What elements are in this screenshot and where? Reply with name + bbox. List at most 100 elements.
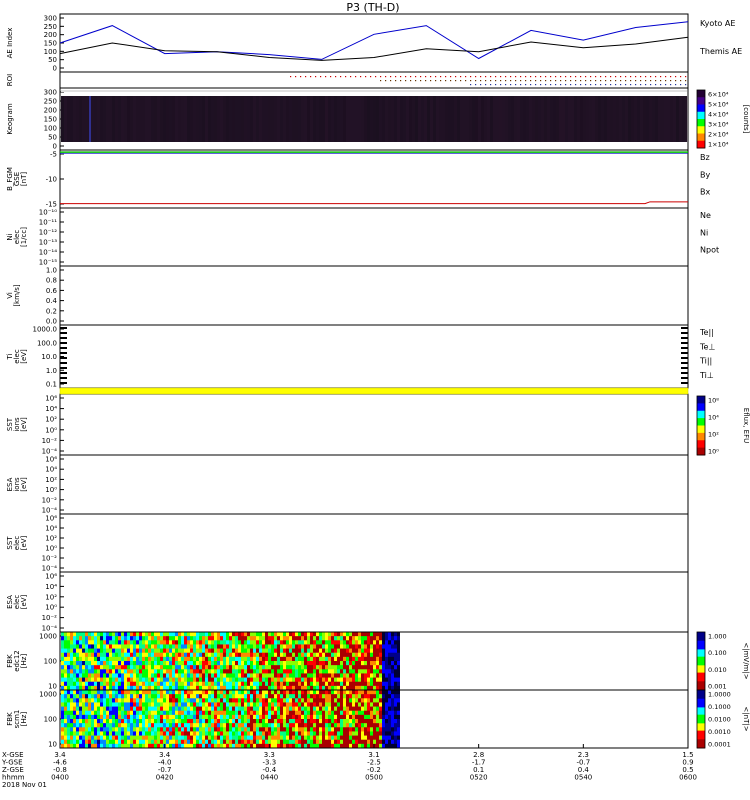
fbk2-cell (61, 694, 64, 699)
roi-dot (440, 76, 442, 78)
fbk2-cell (244, 706, 247, 712)
fbk2-cell (298, 690, 301, 695)
fbk1-cell (310, 640, 313, 645)
fbk1-cell (376, 665, 379, 670)
fbk2-cell (331, 735, 334, 741)
roi-dot (680, 84, 682, 86)
fbk2-cell (361, 706, 364, 712)
fbk1-cell (214, 636, 217, 641)
ae-frame (59, 13, 689, 73)
fbk2-cell (172, 690, 175, 695)
fbk1-cell (199, 640, 202, 645)
fbk1-cell (64, 656, 67, 662)
fbk1-cell (286, 665, 289, 670)
fbk1-cell (103, 677, 106, 683)
fbk2-cell (70, 731, 73, 737)
fbk2-cell (94, 727, 97, 732)
colorbar-tick: 0.0100 (708, 716, 731, 724)
fbk1-cell (214, 640, 217, 645)
fbk2-cell (346, 714, 349, 720)
fbk1-cell (277, 669, 280, 674)
fbk2-cell (262, 690, 265, 695)
fbk2-cell (91, 727, 94, 732)
fbk1-cell (256, 632, 259, 637)
fbk1-cell (226, 636, 229, 641)
fbk1-cell (217, 652, 220, 658)
fbk1-cell (316, 661, 319, 666)
fbk2-cell (76, 710, 79, 716)
fbk1-cell (325, 665, 328, 670)
fbk1-cell (109, 677, 112, 683)
fbk1-cell (331, 681, 334, 687)
fbk1-cell (97, 677, 100, 683)
fbk1-cell (349, 665, 352, 670)
fbk2-cell (265, 739, 268, 745)
fbk1-cell (193, 656, 196, 662)
fbk2-cell (244, 735, 247, 741)
fbk1-cell (103, 669, 106, 674)
fbk2-cell (145, 731, 148, 737)
fbk2-cell (280, 710, 283, 716)
fbk2-cell (358, 727, 361, 732)
fbk1-cell (280, 681, 283, 687)
fbk2-cell (121, 739, 124, 745)
fbk1-cell (172, 640, 175, 645)
roi-dot (600, 76, 602, 78)
fbk2-cell (343, 694, 346, 699)
fbk1-cell (358, 665, 361, 670)
fbk2-cell (133, 723, 136, 728)
fbk1-cell (316, 636, 319, 641)
fbk1-cell (268, 677, 271, 683)
fbk2-cell (112, 714, 115, 720)
fbk1-cell (169, 640, 172, 645)
fbk1-cell (325, 640, 328, 645)
fbk2-cell (115, 702, 118, 708)
fbk1-cell (343, 648, 346, 654)
fbk1-cell (103, 661, 106, 666)
fbk2-cell (238, 706, 241, 712)
fbk1-cell (292, 665, 295, 670)
fbk1-cell (283, 661, 286, 666)
fbk1-cell (106, 677, 109, 683)
fbk2-cell (379, 694, 382, 699)
fbk1-cell (340, 636, 343, 641)
fbk1-cell (160, 636, 163, 641)
fbk2-cell (292, 710, 295, 716)
fbk1-cell (349, 673, 352, 679)
fbk2-cell (367, 706, 370, 712)
fbk1-cell (343, 677, 346, 683)
fbk1-cell (349, 644, 352, 650)
fbk2-cell (166, 698, 169, 703)
fbk1-cell (118, 648, 121, 654)
colorbar-tick: 2×10⁴ (708, 131, 729, 139)
fbk1-cell (121, 669, 124, 674)
fbk1-cell (76, 656, 79, 662)
fbk1-cell (352, 661, 355, 666)
fbk1-cell (94, 677, 97, 683)
fbk1-cell (397, 652, 400, 658)
roi-dot (450, 80, 452, 82)
fbk1-cell (295, 636, 298, 641)
fbk2-cell (118, 706, 121, 712)
fbk2-cell (217, 698, 220, 703)
fbk1-cell (325, 669, 328, 674)
fbk2-cell (91, 714, 94, 720)
keogram-strip (454, 96, 457, 142)
fbk2-cell (109, 739, 112, 745)
fbk1-cell (163, 681, 166, 687)
fbk1-cell (139, 673, 142, 679)
fbk2-cell (376, 719, 379, 724)
fbk1-cell (391, 644, 394, 650)
fbk1-cell (271, 673, 274, 679)
fbk1-cell (208, 652, 211, 658)
roi-dot (620, 84, 622, 86)
fbk2-cell (235, 714, 238, 720)
fbk1-cell (136, 669, 139, 674)
colorbar-tick: 5×10⁴ (708, 101, 729, 109)
xaxis-time: 0440 (260, 774, 278, 782)
fbk2-cell (319, 731, 322, 737)
fbk1-cell (133, 677, 136, 683)
fbk1-cell (265, 661, 268, 666)
fbk2-cell (346, 723, 349, 728)
fbk2-cell (238, 723, 241, 728)
